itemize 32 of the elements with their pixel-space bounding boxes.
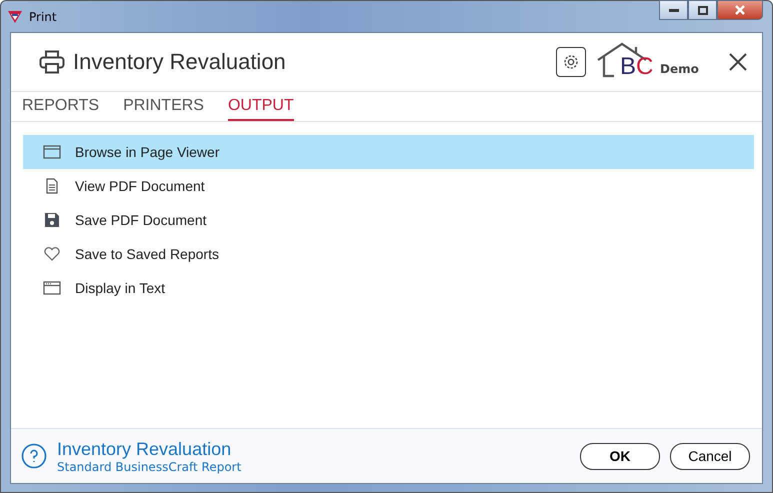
close-icon[interactable]	[728, 52, 748, 72]
cancel-button[interactable]: Cancel	[670, 442, 750, 470]
close-icon	[734, 5, 746, 15]
window-title: Print	[29, 10, 57, 24]
settings-button[interactable]	[556, 47, 586, 77]
output-option[interactable]: Browse in Page Viewer	[23, 135, 754, 169]
text-window-icon	[43, 281, 61, 295]
close-button[interactable]	[717, 0, 763, 20]
report-subtitle: Standard BusinessCraft Report	[57, 460, 242, 474]
maximize-button[interactable]	[688, 0, 717, 20]
minimize-icon	[668, 8, 678, 12]
dialog-title: Inventory Revaluation	[73, 49, 286, 75]
help-icon[interactable]	[21, 443, 47, 469]
tab[interactable]: OUTPUT	[228, 92, 294, 121]
output-option[interactable]: Save to Saved Reports	[23, 237, 754, 271]
minimize-button[interactable]	[659, 0, 688, 20]
printer-icon	[39, 50, 65, 74]
tab[interactable]: PRINTERS	[123, 92, 204, 121]
logo-caption: Demo	[660, 62, 699, 76]
output-option[interactable]: Display in Text	[23, 271, 754, 305]
report-title: Inventory Revaluation	[57, 438, 232, 460]
output-option[interactable]: View PDF Document	[23, 169, 754, 203]
output-option[interactable]: Save PDF Document	[23, 203, 754, 237]
window-icon	[43, 145, 61, 159]
heart-icon	[43, 246, 61, 262]
tab[interactable]: REPORTS	[22, 92, 100, 121]
logo-letter: C	[636, 53, 654, 80]
logo-letter: B	[620, 53, 636, 80]
maximize-icon	[698, 6, 708, 14]
ok-button[interactable]: OK	[580, 442, 660, 470]
app-icon	[7, 10, 23, 24]
settings-icon	[562, 53, 580, 71]
